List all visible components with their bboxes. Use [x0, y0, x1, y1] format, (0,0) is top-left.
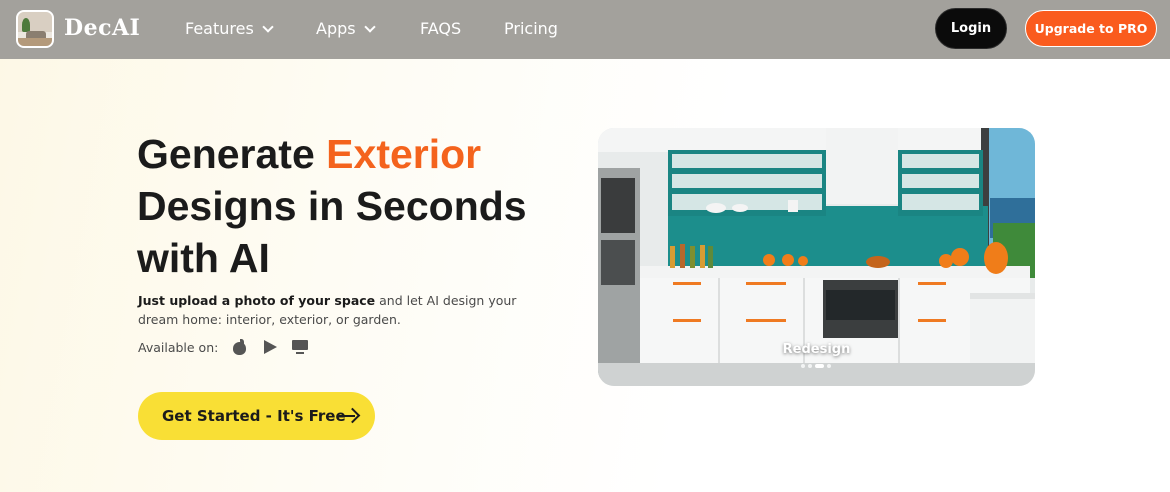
- nav-pricing-label: Pricing: [504, 19, 558, 38]
- carousel-dot[interactable]: [827, 364, 831, 368]
- apple-icon[interactable]: [232, 339, 248, 355]
- login-button[interactable]: Login: [935, 8, 1007, 49]
- nav-apps-label: Apps: [316, 19, 356, 38]
- hero-title-part1: Generate: [137, 131, 315, 177]
- upgrade-pro-button[interactable]: Upgrade to PRO: [1025, 10, 1157, 47]
- nav-features[interactable]: Features: [185, 19, 274, 38]
- hero-title: Generate Exterior Designs in Seconds wit…: [137, 128, 567, 284]
- get-started-button[interactable]: Get Started - It's Free: [138, 392, 375, 440]
- carousel-dots: [801, 364, 831, 368]
- nav-apps[interactable]: Apps: [316, 19, 376, 38]
- carousel-dot[interactable]: [801, 364, 805, 368]
- hero-title-accent: Exterior: [326, 131, 482, 177]
- hero-subtitle: Just upload a photo of your space and le…: [138, 291, 538, 329]
- brand-logo-icon[interactable]: [16, 10, 54, 48]
- top-nav-bar: DecAI Features Apps FAQS Pricing Login U…: [0, 0, 1170, 59]
- available-on-label: Available on:: [138, 339, 219, 355]
- nav-pricing[interactable]: Pricing: [504, 19, 558, 38]
- slide-caption: Redesign: [782, 342, 851, 357]
- available-platforms: Available on:: [138, 339, 309, 355]
- nav-faqs-label: FAQS: [420, 19, 462, 38]
- arrow-right-icon: [339, 407, 357, 425]
- showcase-image-card[interactable]: Redesign: [598, 128, 1035, 386]
- desktop-icon[interactable]: [292, 339, 309, 355]
- get-started-label: Get Started - It's Free: [162, 407, 346, 425]
- chevron-down-icon: [262, 20, 274, 33]
- hero-subtitle-bold: Just upload a photo of your space: [138, 293, 376, 308]
- hero-title-part2: Designs in Seconds: [137, 183, 527, 229]
- google-play-icon[interactable]: [262, 339, 278, 355]
- carousel-dot[interactable]: [808, 364, 812, 368]
- nav-features-label: Features: [185, 19, 254, 38]
- carousel-dot-active[interactable]: [815, 364, 824, 368]
- brand-name[interactable]: DecAI: [64, 15, 140, 41]
- nav-faqs[interactable]: FAQS: [420, 19, 461, 38]
- hero-title-part3: with AI: [137, 235, 270, 281]
- chevron-down-icon: [363, 20, 376, 33]
